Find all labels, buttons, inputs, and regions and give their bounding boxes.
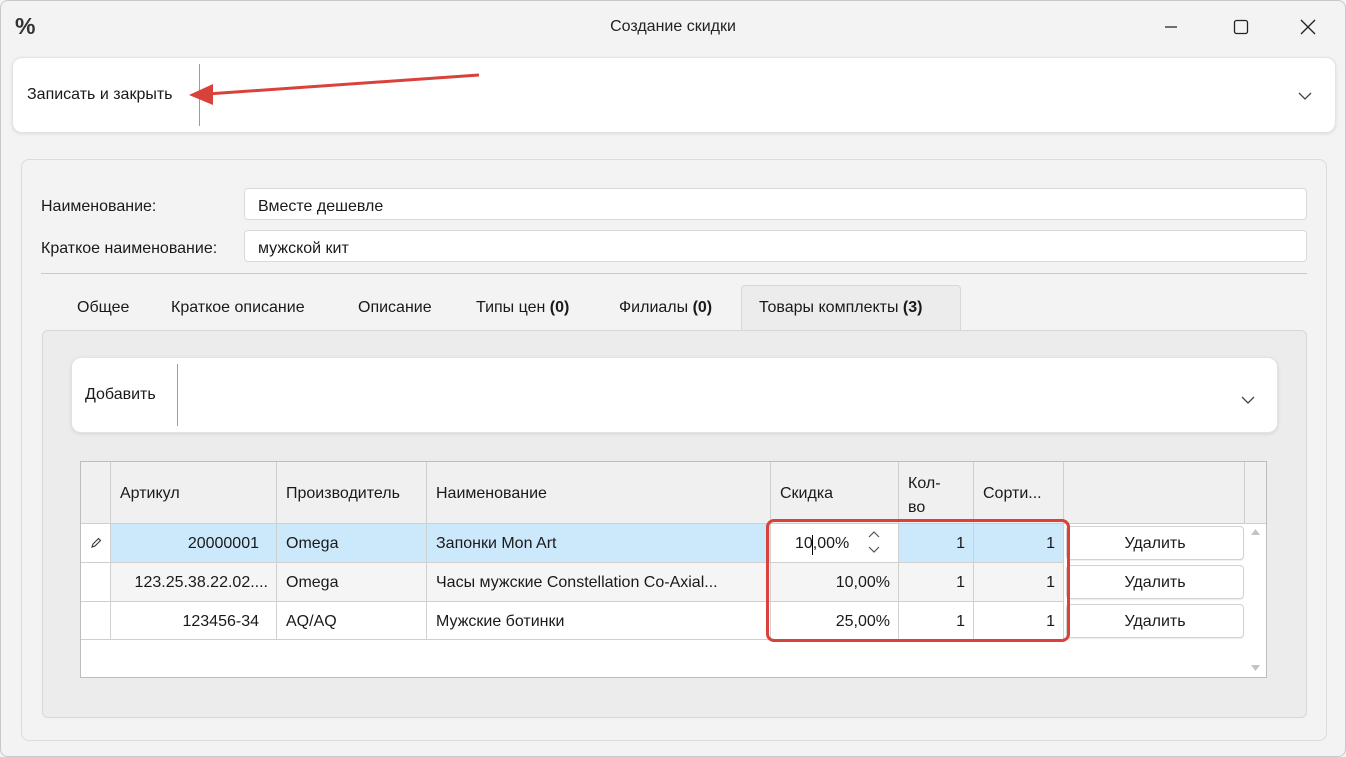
column-header-discount[interactable]: Скидка xyxy=(771,462,899,524)
chevron-down-icon[interactable] xyxy=(1297,91,1313,101)
tab-label: Товары комплекты xyxy=(759,299,899,316)
manufacturer-cell[interactable]: Omega xyxy=(277,524,427,563)
column-header-name[interactable]: Наименование xyxy=(427,462,771,524)
save-and-close-button[interactable]: Записать и закрыть xyxy=(27,86,173,104)
discount-cell[interactable]: 25,00% xyxy=(771,602,899,640)
tab-label: Типы цен xyxy=(476,299,546,316)
discount-window: % Создание скидки Записать и закрыть Наи… xyxy=(0,0,1346,757)
delete-button[interactable]: Удалить xyxy=(1066,604,1244,638)
text-caret xyxy=(812,535,813,555)
name-label: Наименование: xyxy=(41,198,157,215)
column-header-label: Артикул xyxy=(120,485,180,502)
tab-label: Краткое описание xyxy=(171,299,305,316)
article-cell[interactable]: 123456-34 xyxy=(111,602,277,640)
toolbar-separator xyxy=(199,64,200,126)
action-cell: Удалить xyxy=(1064,563,1245,602)
close-icon xyxy=(1300,19,1316,35)
name-field[interactable]: Вместе дешевле xyxy=(244,188,1307,220)
discount-value: 10,00% xyxy=(795,535,850,552)
column-header-quantity[interactable]: Кол-во xyxy=(899,462,974,524)
column-header-action xyxy=(1064,462,1245,524)
short-name-field[interactable]: мужской кит xyxy=(244,230,1307,262)
maximize-button[interactable] xyxy=(1219,11,1263,43)
scroll-down-icon[interactable] xyxy=(1250,664,1261,672)
discount-cell[interactable]: 10,00% xyxy=(771,563,899,602)
column-header-manufacturer[interactable]: Производитель xyxy=(277,462,427,524)
column-header-label: Сорти... xyxy=(983,485,1042,502)
toolbar-separator xyxy=(177,364,178,426)
sort-cell[interactable]: 1 xyxy=(974,602,1064,640)
row-indicator[interactable] xyxy=(81,602,111,640)
short-name-label: Краткое наименование: xyxy=(41,240,218,257)
maximize-icon xyxy=(1233,19,1249,35)
pencil-icon xyxy=(91,537,102,548)
tab-count: (3) xyxy=(902,299,923,316)
minimize-button[interactable] xyxy=(1149,11,1193,43)
spin-down-icon[interactable] xyxy=(867,544,881,556)
delete-button[interactable]: Удалить xyxy=(1066,526,1244,560)
minimize-icon xyxy=(1165,26,1177,28)
sort-cell[interactable]: 1 xyxy=(974,563,1064,602)
spin-up-icon[interactable] xyxy=(867,528,881,540)
scroll-up-icon[interactable] xyxy=(1250,528,1261,536)
tab-branches[interactable]: Филиалы (0) xyxy=(619,299,712,317)
manufacturer-cell[interactable]: Omega xyxy=(277,563,427,602)
tab-general[interactable]: Общее xyxy=(77,299,129,317)
window-title: Создание скидки xyxy=(610,18,736,35)
add-button[interactable]: Добавить xyxy=(85,386,156,404)
kit-products-grid: Артикул Производитель Наименование Скидк… xyxy=(80,461,1267,678)
command-bar: Записать и закрыть xyxy=(12,57,1336,133)
kit-command-bar: Добавить xyxy=(71,357,1278,433)
tab-label: Филиалы xyxy=(619,299,689,316)
tab-short-description[interactable]: Краткое описание xyxy=(171,299,305,317)
action-cell: Удалить xyxy=(1064,602,1245,640)
row-indicator[interactable] xyxy=(81,524,111,563)
tab-count: (0) xyxy=(549,299,570,316)
tab-price-types[interactable]: Типы цен (0) xyxy=(476,299,569,317)
close-button[interactable] xyxy=(1286,11,1330,43)
title-bar: % Создание скидки xyxy=(1,1,1345,55)
column-header-article[interactable]: Артикул xyxy=(111,462,277,524)
discount-editor[interactable]: 10,00% xyxy=(771,524,899,563)
row-indicator-header xyxy=(81,462,111,524)
column-header-label: Наименование xyxy=(436,485,547,502)
manufacturer-cell[interactable]: AQ/AQ xyxy=(277,602,427,640)
tab-label: Описание xyxy=(358,299,432,316)
name-cell[interactable]: Мужские ботинки xyxy=(427,602,771,640)
quantity-cell[interactable]: 1 xyxy=(899,563,974,602)
tab-description[interactable]: Описание xyxy=(358,299,432,317)
action-cell: Удалить xyxy=(1064,524,1245,563)
tab-count: (0) xyxy=(692,299,713,316)
article-cell[interactable]: 123.25.38.22.02.... xyxy=(111,563,277,602)
row-indicator[interactable] xyxy=(81,563,111,602)
column-header-label: Кол-во xyxy=(908,475,941,516)
delete-button[interactable]: Удалить xyxy=(1066,565,1244,599)
tab-kit-products[interactable]: Товары комплекты (3) xyxy=(759,299,922,317)
tab-label: Общее xyxy=(77,299,130,316)
column-header-label: Производитель xyxy=(286,485,400,502)
column-header-sort[interactable]: Сорти... xyxy=(974,462,1064,524)
quantity-cell[interactable]: 1 xyxy=(899,524,974,563)
sort-cell[interactable]: 1 xyxy=(974,524,1064,563)
chevron-down-icon[interactable] xyxy=(1240,395,1256,405)
form-divider xyxy=(41,273,1307,274)
article-cell[interactable]: 20000001 xyxy=(111,524,277,563)
name-cell[interactable]: Запонки Mon Art xyxy=(427,524,771,563)
name-cell[interactable]: Часы мужские Constellation Co-Axial... xyxy=(427,563,771,602)
quantity-cell[interactable]: 1 xyxy=(899,602,974,640)
vertical-scrollbar[interactable] xyxy=(1245,524,1266,677)
column-header-label: Скидка xyxy=(780,485,834,502)
scrollbar-header xyxy=(1245,462,1266,524)
